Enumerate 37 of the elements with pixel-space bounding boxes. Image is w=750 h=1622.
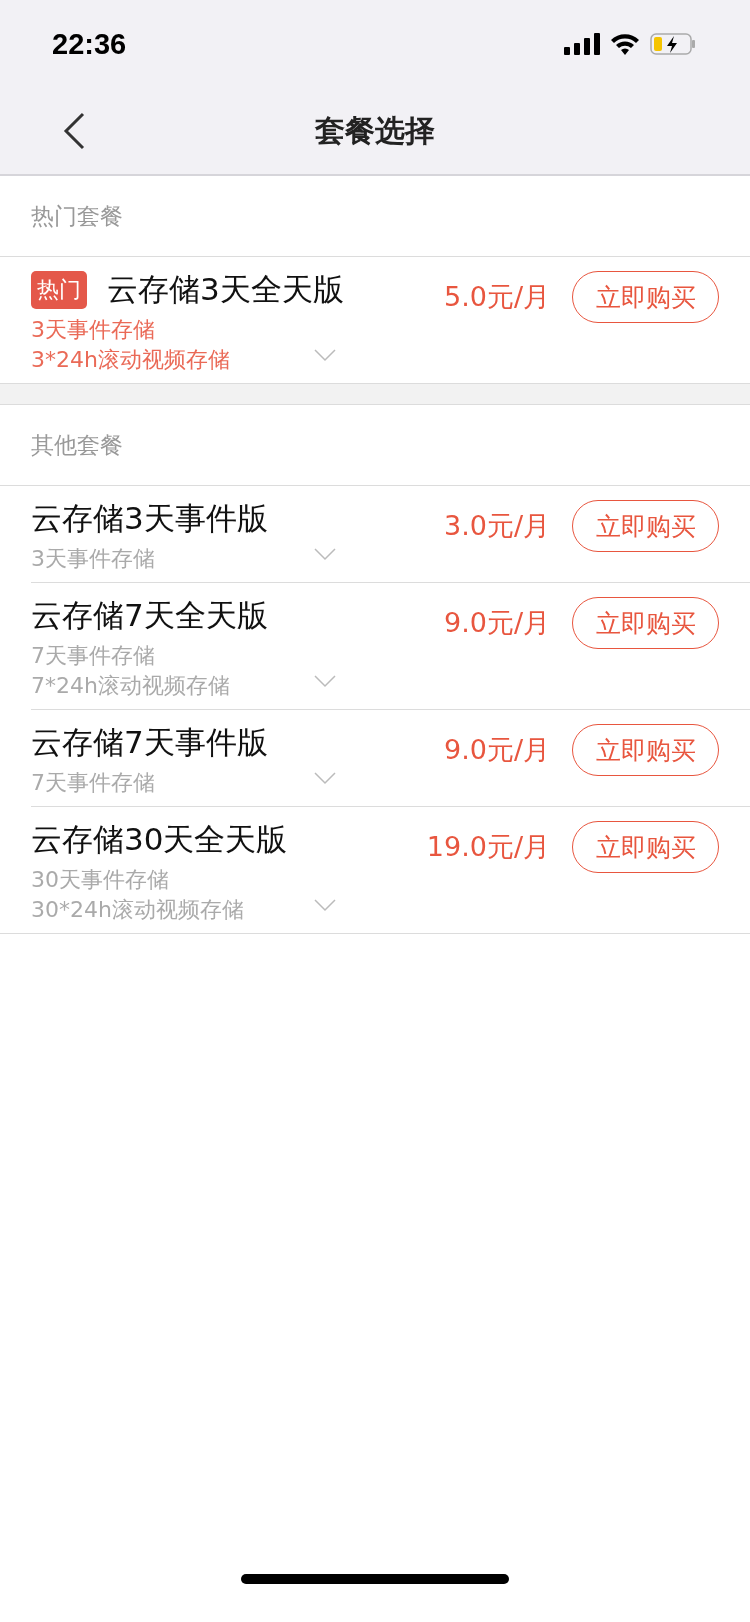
plan-name: 云存储3天全天版 bbox=[107, 270, 344, 309]
plan-name: 云存储7天全天版 bbox=[31, 596, 268, 635]
chevron-down-icon[interactable] bbox=[314, 899, 336, 913]
plan-feature: 3天事件存储 bbox=[31, 316, 156, 344]
buy-button[interactable]: 立即购买 bbox=[572, 724, 719, 776]
page-title: 套餐选择 bbox=[315, 111, 435, 150]
plan-feature: 7天事件存储 bbox=[31, 642, 156, 670]
wifi-icon bbox=[610, 33, 640, 55]
plan-price: 9.0元/月 bbox=[443, 733, 550, 767]
plan-feature: 30天事件存储 bbox=[31, 866, 170, 894]
chevron-down-icon[interactable] bbox=[314, 772, 336, 786]
back-icon[interactable] bbox=[62, 112, 86, 150]
chevron-down-icon[interactable] bbox=[314, 675, 336, 689]
plan-feature: 3天事件存储 bbox=[31, 545, 156, 573]
plan-price: 9.0元/月 bbox=[443, 606, 550, 640]
plan-feature: 7*24h滚动视频存储 bbox=[31, 672, 231, 700]
plan-feature: 30*24h滚动视频存储 bbox=[31, 896, 245, 924]
battery-icon bbox=[650, 33, 696, 55]
plan-name: 云存储30天全天版 bbox=[31, 820, 288, 859]
chevron-down-icon[interactable] bbox=[314, 548, 336, 562]
plan-feature: 3*24h滚动视频存储 bbox=[31, 346, 231, 374]
buy-button[interactable]: 立即购买 bbox=[572, 500, 719, 552]
plan-price: 5.0元/月 bbox=[443, 280, 550, 314]
buy-button[interactable]: 立即购买 bbox=[572, 597, 719, 649]
signal-icon bbox=[564, 33, 600, 55]
buy-button[interactable]: 立即购买 bbox=[572, 271, 719, 323]
status-time: 22:36 bbox=[52, 27, 127, 61]
hot-badge: 热门 bbox=[31, 271, 87, 309]
section-title: 其他套餐 bbox=[31, 430, 123, 460]
plan-name: 云存储3天事件版 bbox=[31, 499, 268, 538]
plan-name: 云存储7天事件版 bbox=[31, 723, 268, 762]
plan-feature: 7天事件存储 bbox=[31, 769, 156, 797]
chevron-down-icon[interactable] bbox=[314, 349, 336, 363]
section-title: 热门套餐 bbox=[31, 201, 123, 231]
plan-price: 3.0元/月 bbox=[443, 509, 550, 543]
buy-button[interactable]: 立即购买 bbox=[572, 821, 719, 873]
plan-price: 19.0元/月 bbox=[426, 830, 550, 864]
